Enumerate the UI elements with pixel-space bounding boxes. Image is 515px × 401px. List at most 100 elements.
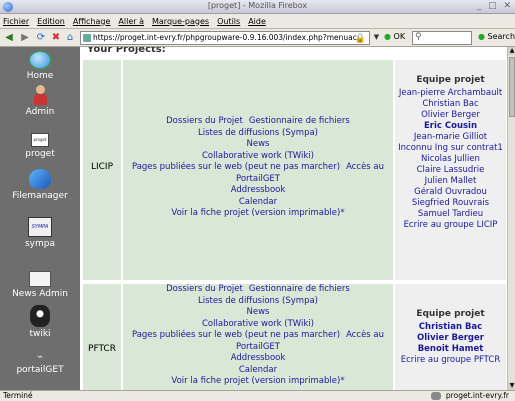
calendar-link[interactable]: Calendar <box>123 365 393 377</box>
print-sheet-link[interactable]: Voir la fiche projet (version imprimable… <box>123 208 393 220</box>
scroll-thumb[interactable] <box>509 57 515 117</box>
lock-icon: 🔒 <box>354 34 366 44</box>
url-input[interactable]: https://proget.int-evry.fr/phpgroupware-… <box>80 31 370 45</box>
menu-aide[interactable]: Aide <box>248 17 266 26</box>
project-row: PFTCR Dossiers du Projet Gestionnaire de … <box>82 283 507 390</box>
page-viewport: Home Admin proget proget Filemanager SYM… <box>0 47 507 390</box>
member-link[interactable]: Samuel Tardieu <box>395 209 506 220</box>
scroll-down-icon[interactable]: ▼ <box>508 382 515 390</box>
sidebar-app-filemanager[interactable]: Filemanager <box>0 169 80 201</box>
menu-outils[interactable]: Outils <box>217 17 240 26</box>
navigation-toolbar: ◀ ▶ ⟳ ✖ ⌂ https://proget.int-evry.fr/php… <box>0 29 515 47</box>
write-group-link[interactable]: Ecrire au groupe PFTCR <box>395 355 506 366</box>
file-manager-link[interactable]: Gestionnaire de fichiers <box>249 116 350 126</box>
search-input[interactable]: ⚲ <box>412 31 472 45</box>
project-name: PFTCR <box>88 344 116 354</box>
globe-icon <box>29 51 51 69</box>
member-link[interactable]: Gérald Ouvradou <box>395 187 506 198</box>
twiki-link[interactable]: Collaborative work (TWiki) <box>123 151 393 163</box>
sidebar-app-admin[interactable]: Admin <box>0 85 80 117</box>
back-icon[interactable]: ◀ <box>3 32 15 44</box>
member-link[interactable]: Christian Bac <box>395 99 506 110</box>
links-docs-files: Dossiers du Projet Gestionnaire de fichie… <box>123 284 393 296</box>
file-manager-link[interactable]: Gestionnaire de fichiers <box>249 284 350 294</box>
menu-fichier[interactable]: Fichier <box>3 17 29 26</box>
stop-icon[interactable]: ✖ <box>50 32 62 44</box>
member-link[interactable]: Julien Mallet <box>395 176 506 187</box>
links-docs-files: Dossiers du Projet Gestionnaire de fichie… <box>123 116 393 128</box>
print-sheet-link[interactable]: Voir la fiche projet (version imprimable… <box>123 376 393 388</box>
sidebar-app-portailget[interactable]: ⌁ portailGET <box>0 351 80 376</box>
site-favicon-icon <box>83 34 91 42</box>
team-title: Equipe projet <box>416 75 485 85</box>
write-group-link[interactable]: Ecrire au groupe LICIP <box>395 220 506 231</box>
forward-icon[interactable]: ▶ <box>19 32 31 44</box>
twiki-link[interactable]: Collaborative work (TWiki) <box>123 319 393 331</box>
menu-affichage[interactable]: Affichage <box>73 17 111 26</box>
published-pages-link[interactable]: Pages publiées sur le web (peut ne pas m… <box>132 162 340 172</box>
mailing-lists-link[interactable]: Listes de diffusions (Sympa) <box>123 128 393 140</box>
calendar-link[interactable]: Calendar <box>123 197 393 209</box>
member-link[interactable]: Claire Lassudrie <box>395 165 506 176</box>
member-link[interactable]: Jean-marie Gilliot <box>395 132 506 143</box>
sidebar-app-proget[interactable]: proget proget <box>0 133 80 159</box>
member-link[interactable]: Inconnu Ing sur contrat1 <box>395 143 506 154</box>
published-pages-link[interactable]: Pages publiées sur le web (peut ne pas m… <box>132 330 340 340</box>
news-link[interactable]: News <box>123 139 393 151</box>
scroll-up-icon[interactable]: ▲ <box>508 47 515 55</box>
links-pages-access: Pages publiées sur le web (peut ne pas m… <box>123 162 393 185</box>
news-icon <box>29 271 51 287</box>
reload-icon[interactable]: ⟳ <box>35 32 47 44</box>
menu-edition[interactable]: Edition <box>37 17 65 26</box>
go-icon: ● <box>384 32 391 41</box>
sidebar-app-label: Admin <box>25 107 55 117</box>
filemanager-icon <box>29 169 51 189</box>
menu-bar: Fichier Edition Affichage Aller à Marque… <box>0 14 515 29</box>
sidebar-app-news-admin[interactable]: News Admin <box>0 271 80 299</box>
addressbook-link[interactable]: Addressbook <box>123 185 393 197</box>
member-link[interactable]: Siegfried Rouvrais <box>395 198 506 209</box>
team-title: Equipe projet <box>416 309 485 319</box>
project-docs-link[interactable]: Dossiers du Projet <box>166 284 243 294</box>
twiki-logo-icon <box>30 305 50 327</box>
proget-logo-icon: proget <box>31 133 49 147</box>
connection-icon <box>431 392 441 400</box>
home-icon[interactable]: ⌂ <box>64 32 76 44</box>
sidebar-app-home[interactable]: Home <box>0 51 80 81</box>
status-bar: Terminé proget.int-evry.fr <box>0 390 515 401</box>
member-link[interactable]: Christian Bac <box>395 322 506 333</box>
news-link[interactable]: News <box>123 307 393 319</box>
sidebar-app-label: Filemanager <box>12 191 68 201</box>
go-label: OK <box>393 32 406 41</box>
search-button[interactable]: ● Search <box>478 32 515 41</box>
member-link[interactable]: Benoit Hamet <box>395 344 506 355</box>
member-link[interactable]: Nicolas Jullien <box>395 154 506 165</box>
go-button[interactable]: ● OK <box>384 32 405 41</box>
member-link[interactable]: Eric Cousin <box>395 121 506 132</box>
window-controls[interactable]: _ □ ✕ <box>477 1 513 11</box>
project-team-cell: Equipe projet Christian Bac Olivier Berg… <box>394 283 507 390</box>
member-link[interactable]: Jean-pierre Archambault <box>395 88 506 99</box>
sidebar-app-sympa[interactable]: SYMPA sympa <box>0 217 80 249</box>
project-team-cell: Equipe projet Jean-pierre Archambault Ch… <box>394 59 507 281</box>
member-link[interactable]: Olivier Berger <box>395 110 506 121</box>
url-dropdown-icon[interactable]: ▼ <box>372 33 381 43</box>
member-link[interactable]: Olivier Berger <box>395 333 506 344</box>
sidebar-app-label: proget <box>25 149 55 159</box>
addressbook-link[interactable]: Addressbook <box>123 353 393 365</box>
sidebar-app-twiki[interactable]: twiki <box>0 305 80 339</box>
menu-marque-pages[interactable]: Marque-pages <box>152 17 209 26</box>
mailing-lists-link[interactable]: Listes de diffusions (Sympa) <box>123 296 393 308</box>
project-links-cell: Dossiers du Projet Gestionnaire de fichie… <box>122 283 394 390</box>
search-label: Search <box>487 32 515 41</box>
status-text: Terminé <box>3 391 33 400</box>
status-host: proget.int-evry.fr <box>445 391 509 400</box>
search-icon: ⚲ <box>415 32 422 42</box>
project-docs-link[interactable]: Dossiers du Projet <box>166 116 243 126</box>
project-name-cell: PFTCR <box>82 283 122 390</box>
menu-aller[interactable]: Aller à <box>118 17 144 26</box>
vertical-scrollbar[interactable]: ▲ ▼ <box>507 47 515 390</box>
links-pages-access: Pages publiées sur le web (peut ne pas m… <box>123 330 393 353</box>
admin-user-icon <box>32 85 48 105</box>
project-row: LICIP Dossiers du Projet Gestionnaire de … <box>82 59 507 281</box>
